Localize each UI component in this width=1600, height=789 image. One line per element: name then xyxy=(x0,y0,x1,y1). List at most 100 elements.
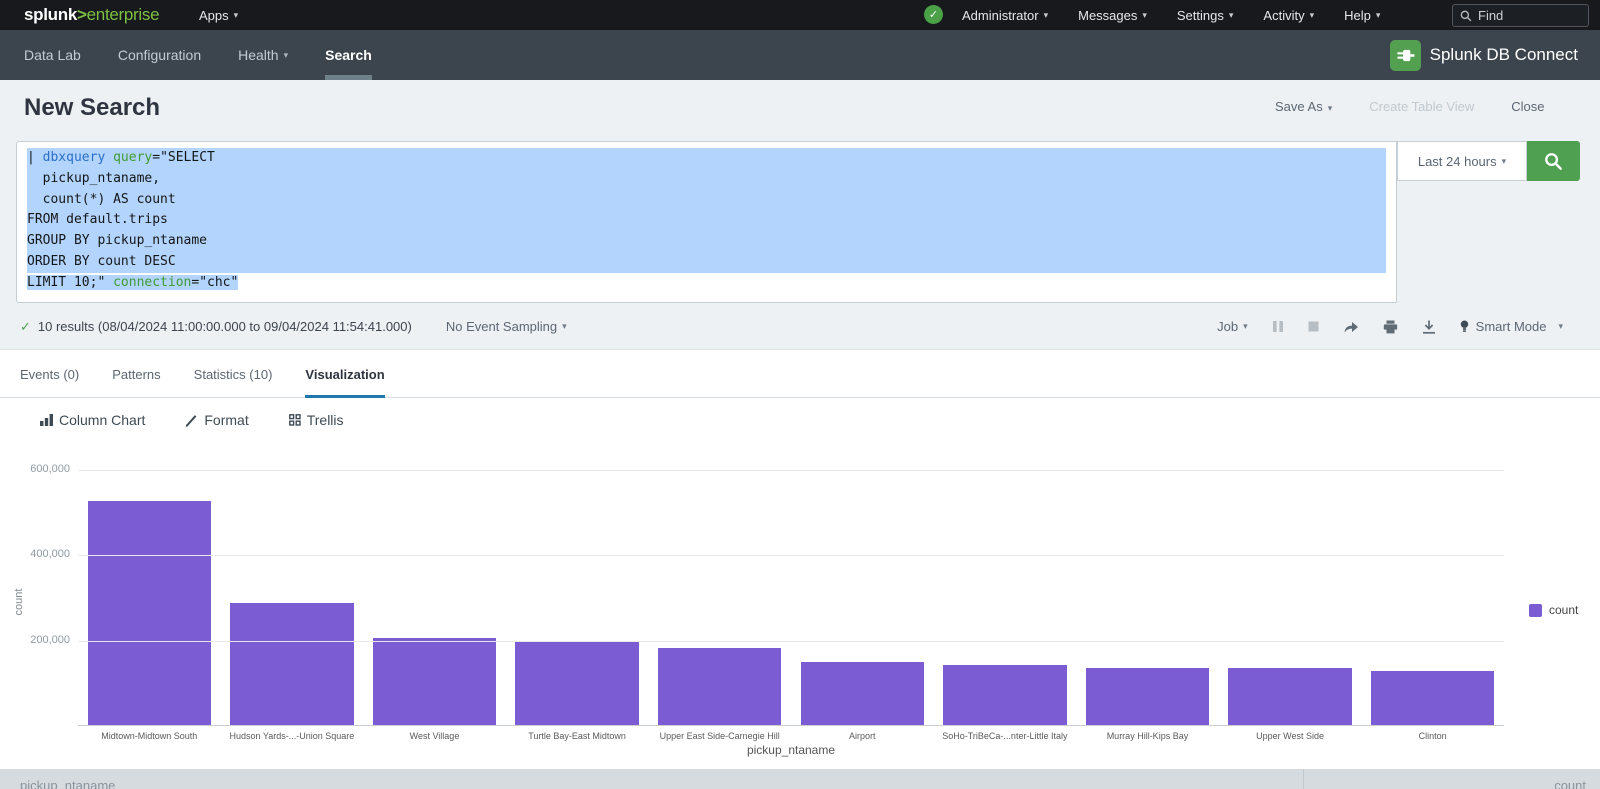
x-tick-label: Clinton xyxy=(1361,731,1504,741)
x-tick-label: Airport xyxy=(791,731,934,741)
app-title: Splunk DB Connect xyxy=(1430,45,1578,65)
x-tick-label: Upper East Side-Carnegie Hill xyxy=(648,731,791,741)
bar-8[interactable] xyxy=(1086,668,1209,725)
gridline xyxy=(78,555,1504,556)
query-line: LIMIT 10;" connection="chc" xyxy=(27,273,1386,294)
create-table-view-button[interactable]: Create Table View xyxy=(1369,99,1474,114)
sidebar-nav-search[interactable]: Search xyxy=(325,30,372,80)
save-as-button[interactable]: Save As▾ xyxy=(1275,99,1332,114)
y-axis-title: count xyxy=(13,587,25,617)
chevron-down-icon: ▾ xyxy=(1376,10,1381,21)
menu-help[interactable]: Help▾ xyxy=(1344,8,1380,23)
sidebar-nav-configuration[interactable]: Configuration xyxy=(118,30,201,80)
format-picker[interactable]: Format xyxy=(185,412,248,428)
chevron-down-icon: ▾ xyxy=(1310,10,1315,21)
query-line: GROUP BY pickup_ntaname xyxy=(27,231,1386,252)
menu-administrator[interactable]: Administrator▾ xyxy=(962,8,1048,23)
stop-icon[interactable] xyxy=(1308,321,1319,332)
search-query-editor[interactable]: | dbxquery query="SELECT pickup_ntaname,… xyxy=(16,141,1397,303)
gridline xyxy=(78,470,1504,471)
bars-container xyxy=(78,470,1504,725)
bar-3[interactable] xyxy=(373,638,496,725)
query-line: ORDER BY count DESC xyxy=(27,252,1386,273)
column-header-count[interactable]: count xyxy=(1304,769,1600,789)
menu-messages[interactable]: Messages▾ xyxy=(1078,8,1147,23)
trellis-picker[interactable]: Trellis xyxy=(289,412,344,428)
bar-10[interactable] xyxy=(1371,671,1494,725)
run-search-button[interactable] xyxy=(1527,141,1580,181)
results-info: ✓ 10 results (08/04/2024 11:00:00.000 to… xyxy=(20,303,567,350)
x-axis-title: pickup_ntaname xyxy=(78,743,1504,757)
bar-2[interactable] xyxy=(230,603,353,725)
logo-gt: > xyxy=(77,5,87,25)
close-button[interactable]: Close xyxy=(1511,99,1544,114)
bar-7[interactable] xyxy=(943,665,1066,725)
chevron-down-icon: ▾ xyxy=(1142,10,1147,21)
x-tick-label: West Village xyxy=(363,731,506,741)
lightbulb-icon xyxy=(1460,320,1469,334)
bar-band xyxy=(363,638,506,725)
bar-band xyxy=(221,603,364,725)
bar-band xyxy=(1219,668,1362,725)
splunk-logo[interactable]: splunk>enterprise xyxy=(24,0,159,30)
job-menu[interactable]: Job▾ xyxy=(1217,319,1248,334)
print-icon[interactable] xyxy=(1383,320,1398,334)
logo-splunk: splunk xyxy=(24,5,77,25)
menu-settings[interactable]: Settings▾ xyxy=(1177,8,1234,23)
x-tick-label: Hudson Yards-...-Union Square xyxy=(221,731,364,741)
find-search-box[interactable] xyxy=(1452,4,1589,27)
bar-1[interactable] xyxy=(88,501,211,725)
x-tick-label: Midtown-Midtown South xyxy=(78,731,221,741)
app-title-block[interactable]: Splunk DB Connect xyxy=(1390,30,1578,80)
y-tick-label: 400,000 xyxy=(0,548,70,560)
sidebar-nav-data-lab[interactable]: Data Lab xyxy=(24,30,81,80)
chevron-down-icon: ▾ xyxy=(562,321,567,332)
app-nav: Data Lab Configuration Health▾ Search xyxy=(24,30,372,80)
bar-band xyxy=(648,648,791,725)
trellis-grid-icon xyxy=(289,414,301,426)
search-magnifier-icon xyxy=(1544,152,1563,171)
column-header-pickup-ntaname[interactable]: pickup_ntaname xyxy=(0,769,1304,789)
header-links: Save As▾ Create Table View Close xyxy=(1275,99,1545,114)
bar-5[interactable] xyxy=(658,648,781,725)
tab-events-0[interactable]: Events (0) xyxy=(20,350,79,398)
tab-statistics-10[interactable]: Statistics (10) xyxy=(194,350,273,398)
menu-activity[interactable]: Activity▾ xyxy=(1263,8,1314,23)
y-tick-label: 600,000 xyxy=(0,463,70,475)
statistics-table-header: pickup_ntaname count xyxy=(0,769,1600,789)
sidebar-nav-health[interactable]: Health▾ xyxy=(238,30,288,80)
legend-item-count[interactable]: count xyxy=(1529,603,1578,617)
bar-4[interactable] xyxy=(515,642,638,725)
db-connect-plug-icon xyxy=(1390,40,1421,71)
results-check-icon: ✓ xyxy=(20,319,31,335)
health-status-check-icon[interactable]: ✓ xyxy=(924,5,943,24)
results-tabs-row: Events (0) Patterns Statistics (10) Visuali… xyxy=(0,350,1600,398)
bar-6[interactable] xyxy=(801,662,924,725)
tab-patterns[interactable]: Patterns xyxy=(112,350,160,398)
x-tick-label: Upper West Side xyxy=(1219,731,1362,741)
plot-area: 600,000400,000200,000 xyxy=(78,470,1504,726)
find-input[interactable] xyxy=(1478,8,1581,23)
bar-band xyxy=(1076,668,1219,725)
share-icon[interactable] xyxy=(1343,320,1359,334)
tab-visualization[interactable]: Visualization xyxy=(305,350,384,398)
chevron-down-icon: ▾ xyxy=(1243,321,1248,332)
legend-label: count xyxy=(1549,603,1578,617)
bar-9[interactable] xyxy=(1228,668,1351,725)
pause-icon[interactable] xyxy=(1272,320,1284,333)
smart-mode-menu[interactable]: Smart Mode ▾ xyxy=(1460,319,1563,334)
chevron-down-icon: ▾ xyxy=(1229,10,1234,21)
page-title: New Search xyxy=(24,94,160,122)
viz-controls: Column Chart Format Trellis xyxy=(40,398,344,442)
apps-menu[interactable]: Apps ▾ xyxy=(199,0,238,30)
time-range-picker[interactable]: Last 24 hours ▾ xyxy=(1397,141,1527,181)
chart-type-picker[interactable]: Column Chart xyxy=(40,412,145,428)
export-download-icon[interactable] xyxy=(1422,320,1436,334)
chevron-down-icon: ▾ xyxy=(1558,321,1563,332)
y-tick-label: 200,000 xyxy=(0,634,70,646)
pencil-icon xyxy=(185,414,198,427)
event-sampling-menu[interactable]: No Event Sampling ▾ xyxy=(446,319,567,334)
bar-band xyxy=(791,662,934,725)
query-line: pickup_ntaname, xyxy=(27,169,1386,190)
chevron-down-icon: ▾ xyxy=(1328,103,1333,113)
